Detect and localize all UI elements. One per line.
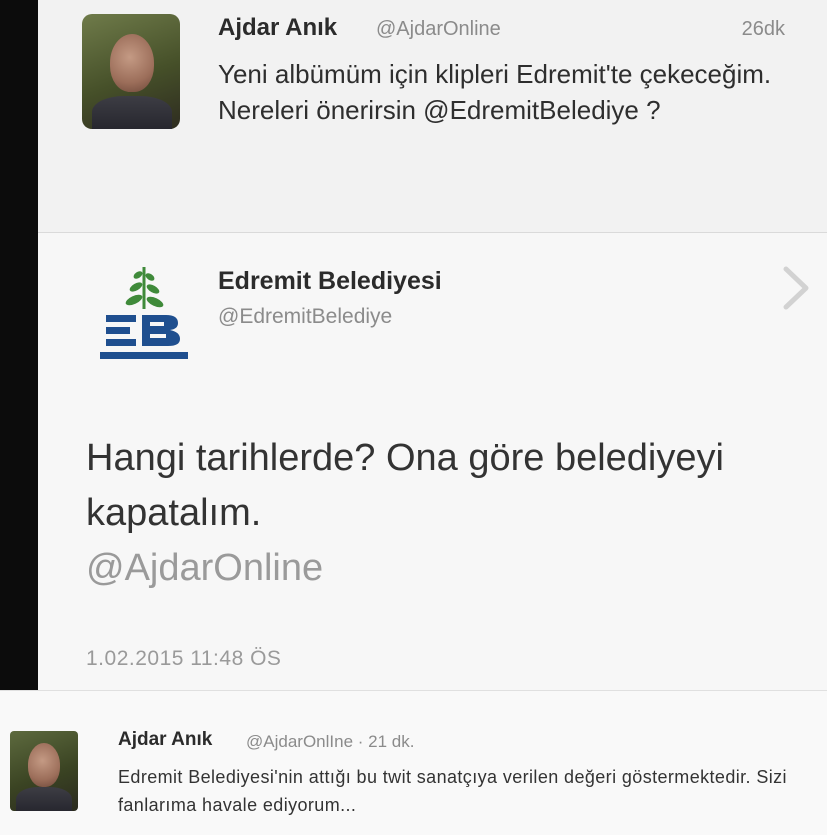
tweet-body: Hangi tarihlerde? Ona göre belediyeyi ka… <box>86 437 724 534</box>
tweet-text: Yeni albümüm için klipleri Edremit'te çe… <box>218 59 772 125</box>
author-name[interactable]: Ajdar Anık <box>218 14 337 42</box>
avatar[interactable] <box>82 14 180 129</box>
municipality-logo[interactable] <box>98 263 190 363</box>
screenshot: Ajdar Anık @AjdarOnline 26dk Yeni albümü… <box>0 0 827 835</box>
chevron-right-icon[interactable] <box>776 263 816 313</box>
tweet-detail-panel: Ajdar Anık @AjdarOnline 26dk Yeni albümü… <box>38 0 827 690</box>
reply-tweet: Edremit Belediyesi @EdremitBelediye Hang… <box>38 233 827 690</box>
edremit-logo-icon <box>100 267 188 359</box>
tweet-text: Hangi tarihlerde? Ona göre belediyeyi ka… <box>86 431 806 596</box>
mention-link[interactable]: @AjdarOnline <box>86 541 806 596</box>
author-name[interactable]: Ajdar Anık <box>118 729 212 751</box>
tweet-timestamp: 1.02.2015 11:48 ÖS <box>86 647 282 670</box>
author-name[interactable]: Edremit Belediyesi <box>218 267 442 296</box>
tweet-time: 26dk <box>741 18 785 40</box>
author-handle[interactable]: @EdremitBelediye <box>218 305 392 329</box>
quote-tweet[interactable]: Ajdar Anık @AjdarOnlIne · 21 dk. Edremit… <box>0 690 827 835</box>
tweet-text: Edremit Belediyesi'nin attığı bu twit sa… <box>118 767 787 815</box>
left-black-bar <box>0 0 38 690</box>
author-handle[interactable]: @AjdarOnline <box>376 18 501 41</box>
author-handle-time[interactable]: @AjdarOnlIne · 21 dk. <box>246 732 414 752</box>
avatar[interactable] <box>10 731 78 811</box>
original-tweet[interactable]: Ajdar Anık @AjdarOnline 26dk Yeni albümü… <box>38 0 827 233</box>
